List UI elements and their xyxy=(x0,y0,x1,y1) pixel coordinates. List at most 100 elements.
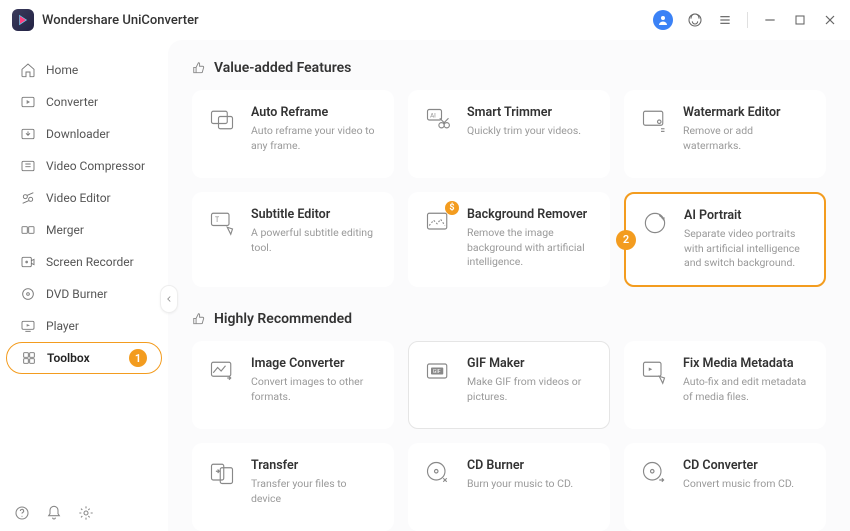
card-desc: Transfer your files to device xyxy=(251,477,379,506)
auto-reframe-icon xyxy=(207,105,237,135)
card-watermark-editor[interactable]: Watermark Editor Remove or add watermark… xyxy=(624,90,826,178)
app-title: Wondershare UniConverter xyxy=(42,13,653,28)
highly-grid: Image Converter Convert images to other … xyxy=(192,341,826,531)
svg-text:T: T xyxy=(215,216,220,224)
close-button[interactable] xyxy=(822,12,838,28)
card-title: CD Burner xyxy=(467,458,573,473)
card-desc: Auto-fix and edit metadata of media file… xyxy=(683,375,811,404)
svg-text:GIF: GIF xyxy=(433,369,441,375)
content: Value-added Features Auto Reframe Auto r… xyxy=(168,40,850,531)
card-title: AI Portrait xyxy=(684,208,810,223)
menu-icon[interactable] xyxy=(717,12,733,28)
image-converter-icon xyxy=(207,356,237,386)
sidebar-item-label: Merger xyxy=(46,223,84,237)
thumb-icon xyxy=(192,312,206,326)
card-smart-trimmer[interactable]: AI Smart Trimmer Quickly trim your video… xyxy=(408,90,610,178)
section-title: Highly Recommended xyxy=(214,311,352,327)
fix-metadata-icon xyxy=(639,356,669,386)
watermark-editor-icon xyxy=(639,105,669,135)
card-title: Image Converter xyxy=(251,356,379,371)
cd-burner-icon xyxy=(423,458,453,488)
card-desc: Make GIF from videos or pictures. xyxy=(467,375,595,404)
card-title: Background Remover xyxy=(467,207,595,222)
account-button[interactable] xyxy=(653,10,673,30)
card-desc: Auto reframe your video to any frame. xyxy=(251,124,379,153)
card-desc: Remove or add watermarks. xyxy=(683,124,811,153)
highlight-badge: 2 xyxy=(616,230,636,250)
card-background-remover[interactable]: $ Background Remover Remove the image ba… xyxy=(408,192,610,287)
background-remover-icon: $ xyxy=(423,207,453,237)
gif-maker-icon: GIF xyxy=(423,356,453,386)
card-desc: A powerful subtitle editing tool. xyxy=(251,226,379,255)
titlebar-controls xyxy=(653,10,838,30)
card-desc: Convert images to other formats. xyxy=(251,375,379,404)
value-added-grid: Auto Reframe Auto reframe your video to … xyxy=(192,90,826,287)
card-cd-burner[interactable]: CD Burner Burn your music to CD. xyxy=(408,443,610,531)
card-gif-maker[interactable]: GIF GIF Maker Make GIF from videos or pi… xyxy=(408,341,610,429)
sidebar-item-downloader[interactable]: Downloader xyxy=(6,118,162,150)
sidebar-item-label: Converter xyxy=(46,95,98,109)
card-title: CD Converter xyxy=(683,458,794,473)
card-subtitle-editor[interactable]: T Subtitle Editor A powerful subtitle ed… xyxy=(192,192,394,287)
app-logo xyxy=(12,9,34,31)
sidebar-item-label: Toolbox xyxy=(47,351,90,365)
card-cd-converter[interactable]: CD Converter Convert music from CD. xyxy=(624,443,826,531)
svg-text:AI: AI xyxy=(430,112,436,119)
sidebar-item-label: Home xyxy=(46,63,78,77)
notification-icon[interactable] xyxy=(46,505,62,521)
card-title: Watermark Editor xyxy=(683,105,811,120)
sidebar-item-compressor[interactable]: Video Compressor xyxy=(6,150,162,182)
sidebar-item-label: Video Editor xyxy=(46,191,111,205)
support-icon[interactable] xyxy=(687,12,703,28)
sidebar-item-converter[interactable]: Converter xyxy=(6,86,162,118)
sidebar-item-toolbox[interactable]: Toolbox 1 xyxy=(6,342,162,374)
sidebar-item-merger[interactable]: Merger xyxy=(6,214,162,246)
card-title: Subtitle Editor xyxy=(251,207,379,222)
card-title: Smart Trimmer xyxy=(467,105,581,120)
paid-badge: $ xyxy=(445,201,459,215)
sidebar-bottom xyxy=(14,505,94,521)
card-desc: Separate video portraits with artificial… xyxy=(684,227,810,271)
sidebar-item-screen-recorder[interactable]: Screen Recorder xyxy=(6,246,162,278)
sidebar-item-player[interactable]: Player xyxy=(6,310,162,342)
sidebar-item-label: DVD Burner xyxy=(46,287,107,301)
card-desc: Convert music from CD. xyxy=(683,477,794,492)
sidebar-item-home[interactable]: Home xyxy=(6,54,162,86)
sidebar-collapse-button[interactable] xyxy=(160,285,178,313)
separator xyxy=(747,12,748,28)
section-title: Value-added Features xyxy=(214,60,351,76)
card-title: GIF Maker xyxy=(467,356,595,371)
section-head-highly: Highly Recommended xyxy=(192,311,826,327)
sidebar-item-dvd-burner[interactable]: DVD Burner xyxy=(6,278,162,310)
transfer-icon xyxy=(207,458,237,488)
card-title: Auto Reframe xyxy=(251,105,379,120)
sidebar-badge: 1 xyxy=(129,349,147,367)
sidebar-item-label: Downloader xyxy=(46,127,110,141)
maximize-button[interactable] xyxy=(792,12,808,28)
card-desc: Remove the image background with artific… xyxy=(467,226,595,270)
ai-portrait-icon xyxy=(640,208,670,238)
card-ai-portrait[interactable]: 2 AI Portrait Separate video portraits w… xyxy=(624,192,826,287)
minimize-button[interactable] xyxy=(762,12,778,28)
card-title: Transfer xyxy=(251,458,379,473)
subtitle-editor-icon: T xyxy=(207,207,237,237)
smart-trimmer-icon: AI xyxy=(423,105,453,135)
card-desc: Burn your music to CD. xyxy=(467,477,573,492)
sidebar-item-label: Screen Recorder xyxy=(46,255,134,269)
thumb-icon xyxy=(192,61,206,75)
card-auto-reframe[interactable]: Auto Reframe Auto reframe your video to … xyxy=(192,90,394,178)
sidebar-item-label: Video Compressor xyxy=(46,159,145,173)
card-fix-metadata[interactable]: Fix Media Metadata Auto-fix and edit met… xyxy=(624,341,826,429)
sidebar-item-video-editor[interactable]: Video Editor xyxy=(6,182,162,214)
card-transfer[interactable]: Transfer Transfer your files to device xyxy=(192,443,394,531)
card-desc: Quickly trim your videos. xyxy=(467,124,581,139)
sidebar: Home Converter Downloader Video Compress… xyxy=(0,40,168,531)
card-image-converter[interactable]: Image Converter Convert images to other … xyxy=(192,341,394,429)
sidebar-item-label: Player xyxy=(46,319,79,333)
help-icon[interactable] xyxy=(14,505,30,521)
settings-icon[interactable] xyxy=(78,505,94,521)
card-title: Fix Media Metadata xyxy=(683,356,811,371)
cd-converter-icon xyxy=(639,458,669,488)
titlebar: Wondershare UniConverter xyxy=(0,0,850,40)
section-head-value-added: Value-added Features xyxy=(192,60,826,76)
